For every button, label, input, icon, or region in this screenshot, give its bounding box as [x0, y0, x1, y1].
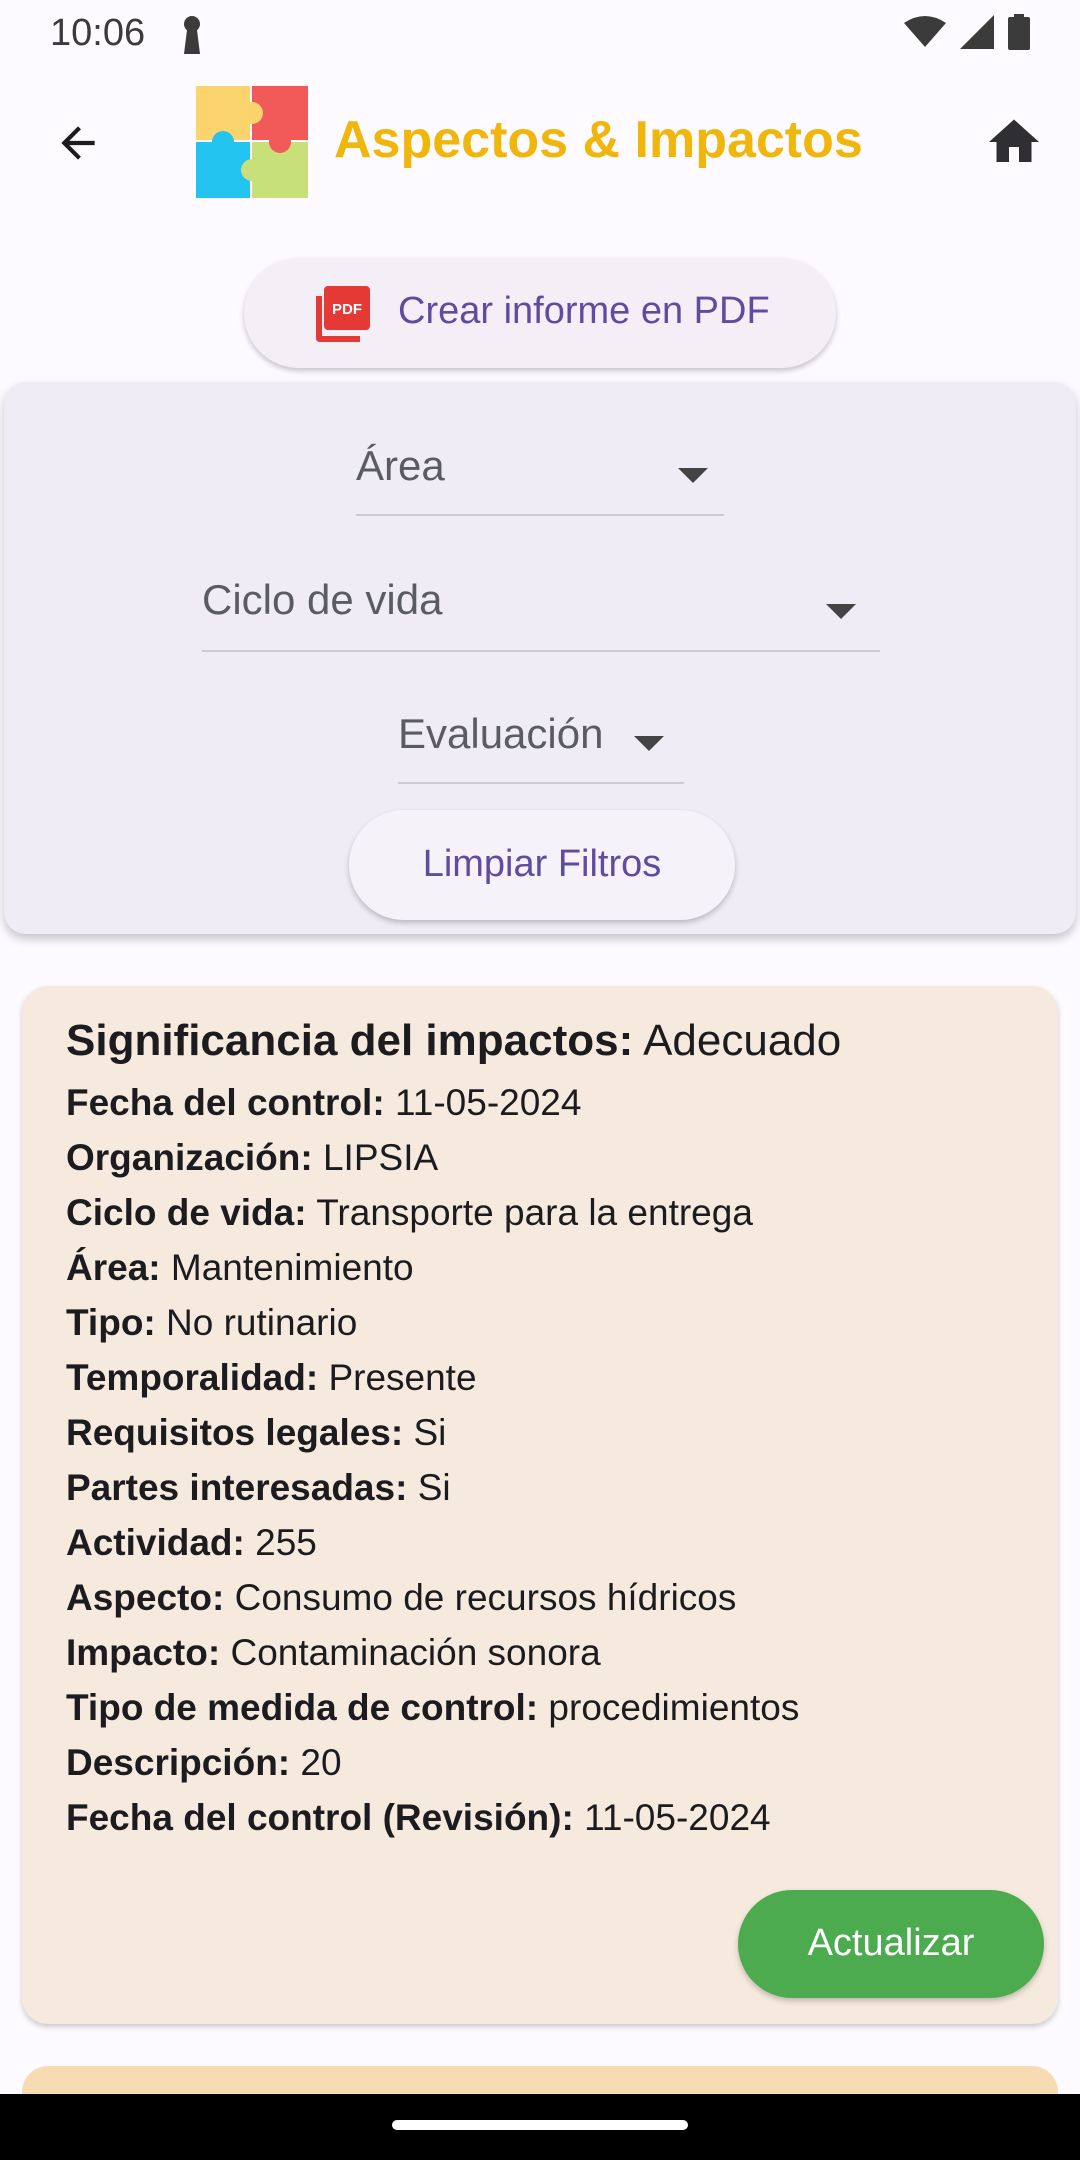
field-fecha-control: Fecha del control: 11-05-2024: [66, 1082, 581, 1124]
field-value: No rutinario: [166, 1302, 358, 1343]
field-temporalidad: Temporalidad: Presente: [66, 1357, 477, 1399]
lock-icon: [184, 16, 200, 54]
field-label: Tipo de medida de control:: [66, 1687, 539, 1728]
chevron-down-icon: [634, 736, 664, 751]
home-icon: [989, 119, 1039, 162]
filters-card: Área Ciclo de vida Evaluación Limpiar Fi…: [4, 382, 1076, 934]
puzzle-logo-icon: [196, 86, 308, 198]
battery-icon: [1008, 14, 1030, 50]
screen: 10:06 Aspectos & Impactos PDF Crear info…: [0, 0, 1080, 2160]
arrow-back-icon: [61, 126, 95, 160]
field-value: Presente: [328, 1357, 477, 1398]
back-button[interactable]: [40, 105, 116, 181]
field-tipo: Tipo: No rutinario: [66, 1302, 357, 1344]
field-label: Actividad:: [66, 1522, 245, 1563]
field-label: Organización:: [66, 1137, 313, 1178]
app-bar: Aspectos & Impactos: [0, 80, 1080, 206]
clear-filters-label: Limpiar Filtros: [422, 843, 662, 885]
field-partes-interesadas: Partes interesadas: Si: [66, 1467, 451, 1509]
pdf-icon: PDF: [316, 286, 370, 342]
field-organizacion: Organización: LIPSIA: [66, 1137, 438, 1179]
area-dropdown-label: Área: [356, 442, 445, 489]
field-label: Impacto:: [66, 1632, 221, 1673]
update-button[interactable]: Actualizar: [738, 1890, 1044, 1998]
update-label: Actualizar: [807, 1922, 975, 1964]
field-value: Contaminación sonora: [230, 1632, 601, 1673]
field-value: Transporte para la entrega: [316, 1192, 753, 1233]
field-label: Aspecto:: [66, 1577, 225, 1618]
svg-text:PDF: PDF: [332, 301, 362, 318]
field-value: Si: [417, 1467, 451, 1508]
field-value: 20: [300, 1742, 342, 1783]
signal-icon: [960, 15, 994, 49]
app-title: Aspectos & Impactos: [334, 111, 863, 169]
status-time: 10:06: [50, 12, 146, 54]
area-dropdown[interactable]: Área: [356, 432, 724, 516]
evaluation-dropdown-label: Evaluación: [398, 710, 604, 757]
field-label: Área:: [66, 1247, 161, 1288]
home-gesture-handle[interactable]: [392, 2120, 688, 2130]
record-title: Significancia del impactos: Adecuado: [66, 1016, 841, 1066]
create-pdf-label: Crear informe en PDF: [398, 290, 770, 332]
field-label: Tipo:: [66, 1302, 156, 1343]
wifi-icon: [904, 16, 946, 47]
navigation-bar: [0, 2094, 1080, 2160]
record-title-value: Adecuado: [643, 1016, 842, 1065]
field-aspecto: Aspecto: Consumo de recursos hídricos: [66, 1577, 736, 1619]
field-ciclo-vida: Ciclo de vida: Transporte para la entreg…: [66, 1192, 753, 1234]
record-card: Significancia del impactos: Adecuado Fec…: [22, 986, 1058, 2024]
field-label: Partes interesadas:: [66, 1467, 408, 1508]
lifecycle-dropdown-label: Ciclo de vida: [202, 576, 443, 623]
lifecycle-dropdown[interactable]: Ciclo de vida: [202, 568, 880, 652]
status-bar: 10:06: [0, 0, 1080, 66]
evaluation-dropdown[interactable]: Evaluación: [398, 700, 684, 784]
home-button[interactable]: [976, 104, 1052, 180]
field-label: Requisitos legales:: [66, 1412, 404, 1453]
field-actividad: Actividad: 255: [66, 1522, 317, 1564]
field-label: Temporalidad:: [66, 1357, 319, 1398]
field-value: LIPSIA: [322, 1137, 439, 1178]
field-requisitos-legales: Requisitos legales: Si: [66, 1412, 446, 1454]
chevron-down-icon: [826, 604, 856, 619]
field-value: 11-05-2024: [394, 1082, 582, 1123]
field-label: Fecha del control (Revisión):: [66, 1797, 574, 1838]
field-area: Área: Mantenimiento: [66, 1247, 414, 1289]
field-descripcion: Descripción: 20: [66, 1742, 342, 1784]
field-value: 11-05-2024: [584, 1797, 771, 1838]
field-label: Fecha del control:: [66, 1082, 385, 1123]
field-value: Mantenimiento: [170, 1247, 414, 1288]
field-value: 255: [255, 1522, 317, 1563]
chevron-down-icon: [678, 468, 708, 483]
field-fecha-revision: Fecha del control (Revisión): 11-05-2024: [66, 1797, 771, 1839]
field-label: Descripción:: [66, 1742, 291, 1783]
field-label: Ciclo de vida:: [66, 1192, 307, 1233]
field-value: Si: [413, 1412, 447, 1453]
field-value: procedimientos: [548, 1687, 800, 1728]
create-pdf-button[interactable]: PDF Crear informe en PDF: [244, 258, 836, 368]
status-icons: [904, 14, 1030, 50]
clear-filters-button[interactable]: Limpiar Filtros: [349, 810, 735, 920]
record-title-label: Significancia del impactos:: [66, 1016, 634, 1065]
field-value: Consumo de recursos hídricos: [234, 1577, 737, 1618]
field-tipo-medida: Tipo de medida de control: procedimiento…: [66, 1687, 799, 1729]
field-impacto: Impacto: Contaminación sonora: [66, 1632, 601, 1674]
